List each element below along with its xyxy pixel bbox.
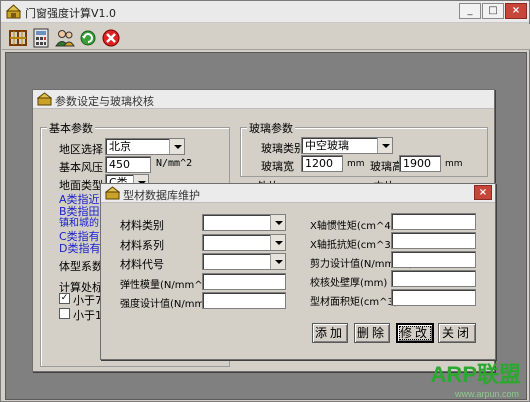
area-moment-label: 型材面积矩(cm^3) xyxy=(310,297,398,308)
basic-params-label: 基本参数 xyxy=(47,120,95,136)
shear-design-input[interactable] xyxy=(391,251,476,268)
app-icon xyxy=(105,186,120,200)
title-bar[interactable]: 门窗强度计算V1.0 _ □ × xyxy=(1,1,529,23)
chevron-down-icon[interactable] xyxy=(270,254,285,269)
wind-unit: N/mm^2 xyxy=(156,158,193,169)
close-dialog-button[interactable]: 关闭 xyxy=(438,323,476,343)
material-series-label: 材料系列 xyxy=(120,239,164,252)
elastic-modulus-input[interactable] xyxy=(202,273,286,290)
glass-type-select[interactable]: 中空玻璃 xyxy=(301,137,393,154)
glass-width-label: 玻璃宽 xyxy=(261,160,294,173)
area-moment-input[interactable] xyxy=(391,289,476,306)
param-dialog-title: 参数设定与玻璃校核 xyxy=(55,95,154,108)
window-title: 门窗强度计算V1.0 xyxy=(25,7,117,20)
glass-params-label: 玻璃参数 xyxy=(247,120,295,136)
x-inertia-input[interactable] xyxy=(391,213,476,230)
add-button[interactable]: 添加 xyxy=(312,323,348,343)
profile-dialog-title-bar[interactable]: 型材数据库维护 × xyxy=(101,184,495,203)
chevron-down-icon[interactable] xyxy=(377,138,392,153)
x-resistance-input[interactable] xyxy=(391,232,476,249)
structure-icon[interactable] xyxy=(6,26,28,48)
material-code-select[interactable] xyxy=(202,253,286,270)
material-series-select[interactable] xyxy=(202,234,286,251)
refresh-icon[interactable] xyxy=(76,26,98,48)
close-button[interactable]: × xyxy=(505,3,527,19)
people-icon[interactable] xyxy=(53,26,75,48)
profile-dialog-title: 型材数据库维护 xyxy=(123,189,200,202)
wall-thickness-label: 校核处壁厚(mm) xyxy=(310,278,388,289)
profile-dialog: 型材数据库维护 × 材料类别 材料系列 材料代号 弹性模量(N/mm^2) 强度… xyxy=(100,183,496,360)
chevron-down-icon[interactable] xyxy=(270,215,285,230)
material-code-label: 材料代号 xyxy=(120,258,164,271)
toolbar xyxy=(2,24,530,50)
minimize-button[interactable]: _ xyxy=(459,3,481,19)
x-inertia-label: X轴惯性矩(cm^4) xyxy=(310,221,395,232)
glass-height-unit: mm xyxy=(445,159,463,169)
main-window: 门窗强度计算V1.0 _ □ × 参数设定与玻璃校核 基本参数 地区选择 北京 … xyxy=(0,0,530,402)
x-resistance-label: X轴抵抗矩(cm^3) xyxy=(310,240,395,251)
material-category-select[interactable] xyxy=(202,214,286,231)
region-label: 地区选择 xyxy=(59,143,103,156)
material-category-label: 材料类别 xyxy=(120,219,164,232)
param-dialog-title-bar[interactable]: 参数设定与玻璃校核 xyxy=(33,90,494,109)
glass-height-input[interactable]: 1900 xyxy=(399,155,441,172)
app-icon xyxy=(37,92,52,106)
wall-thickness-input[interactable] xyxy=(391,270,476,287)
delete-button[interactable]: 删除 xyxy=(354,323,390,343)
watermark-url: www.arpun.com xyxy=(454,389,519,399)
exit-icon[interactable] xyxy=(99,26,121,48)
glass-width-unit: mm xyxy=(347,159,365,169)
wind-label: 基本风压 xyxy=(59,161,103,174)
chevron-down-icon[interactable] xyxy=(270,235,285,250)
maximize-button[interactable]: □ xyxy=(482,3,504,19)
option1-checkbox[interactable]: ✓ xyxy=(59,293,70,304)
glass-type-label: 玻璃类别 xyxy=(261,142,305,155)
region-select[interactable]: 北京 xyxy=(105,138,185,155)
wind-input[interactable]: 450 xyxy=(105,156,151,173)
profile-dialog-close-button[interactable]: × xyxy=(474,185,492,200)
chevron-down-icon[interactable] xyxy=(169,139,184,154)
calculator-icon[interactable] xyxy=(29,26,51,48)
watermark-logo: ARP联盟 xyxy=(430,362,521,387)
option2-checkbox[interactable] xyxy=(59,308,70,319)
strength-design-input[interactable] xyxy=(202,292,286,309)
glass-width-input[interactable]: 1200 xyxy=(301,155,343,172)
app-icon xyxy=(6,4,21,19)
elastic-modulus-label: 弹性模量(N/mm^2) xyxy=(120,280,213,291)
body-coef-label: 体型系数 xyxy=(59,260,103,273)
modify-button[interactable]: 修改 xyxy=(396,323,434,343)
